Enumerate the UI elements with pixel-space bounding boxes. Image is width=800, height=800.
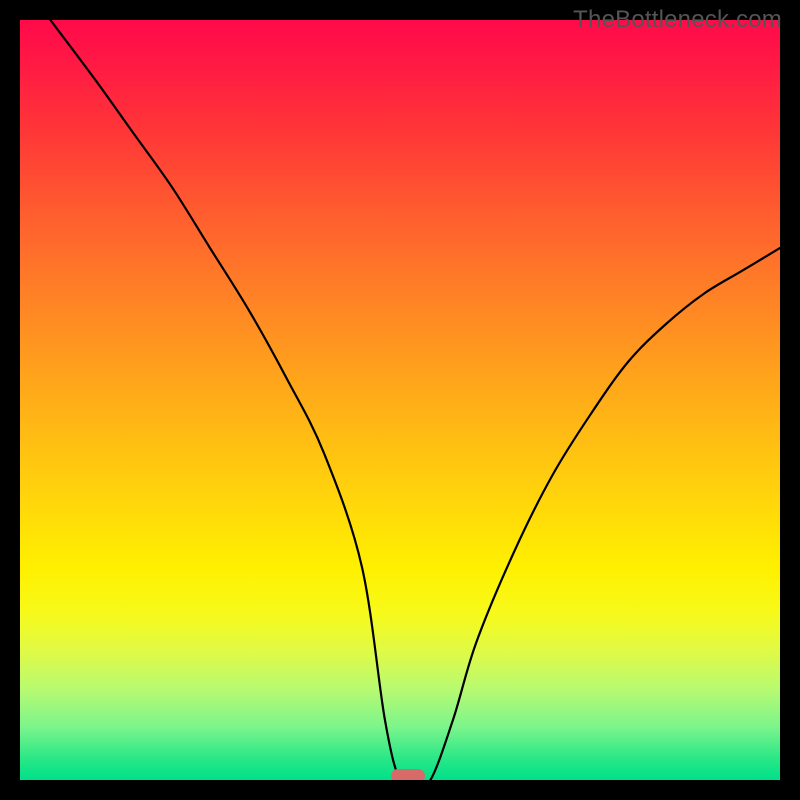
bottleneck-curve — [20, 20, 780, 780]
watermark-label: TheBottleneck.com — [573, 6, 782, 34]
optimum-marker — [391, 769, 425, 780]
plot-area — [20, 20, 780, 780]
chart-frame: TheBottleneck.com — [0, 0, 800, 800]
